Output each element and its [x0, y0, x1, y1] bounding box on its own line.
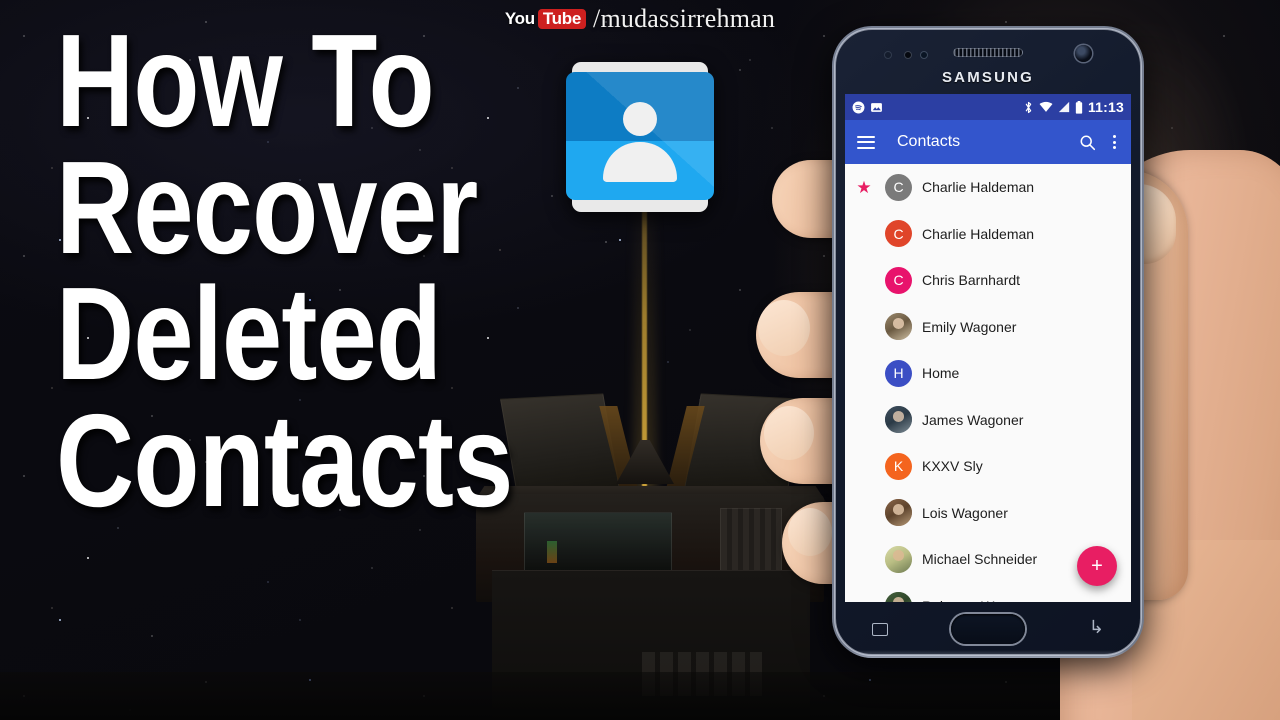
battery-icon — [1075, 100, 1083, 114]
hand-holding-phone: SAMSUNG 11:13 Contacts ★ C Charlie Halde… — [742, 0, 1280, 720]
contact-name: Chris Barnhardt — [922, 272, 1021, 289]
smartphone-device: SAMSUNG 11:13 Contacts ★ C Charlie Halde… — [832, 26, 1144, 658]
contact-avatar-photo[interactable] — [885, 499, 912, 527]
back-icon[interactable]: ↳ — [1089, 618, 1104, 636]
app-bar: Contacts — [845, 120, 1131, 164]
title-line-2: Recover — [56, 133, 478, 281]
ir-sensor-icon — [920, 51, 928, 59]
favorite-star-icon[interactable]: ★ — [853, 179, 875, 196]
status-bar-clock: 11:13 — [1087, 99, 1124, 115]
app-bar-title: Contacts — [897, 133, 961, 150]
bluetooth-icon — [1023, 101, 1034, 114]
contact-row[interactable]: ★ C Charlie Haldeman — [845, 164, 1131, 211]
image-icon — [870, 101, 883, 114]
fingernail-pinky — [788, 508, 832, 556]
contact-name: Charlie Haldeman — [922, 225, 1035, 242]
spotify-icon — [852, 101, 865, 114]
phone-top-bezel: SAMSUNG — [832, 26, 1144, 98]
more-vert-icon[interactable] — [1110, 135, 1119, 149]
phone-screen: 11:13 Contacts ★ C Charlie Haldeman C Charli… — [845, 94, 1131, 602]
thumbnail-canvas: You Tube /mudassirrehman How To Recover … — [0, 0, 1280, 720]
youtube-tube-badge: Tube — [537, 9, 587, 29]
contact-avatar-photo[interactable] — [885, 406, 912, 434]
proximity-sensor-icon — [884, 51, 892, 59]
phone-bottom-bezel: ↳ — [832, 602, 1144, 658]
contact-avatar-initial[interactable]: C — [885, 266, 912, 294]
front-camera-icon — [1075, 45, 1092, 62]
contact-name: KXXV Sly — [922, 458, 983, 475]
phone-brand-label: SAMSUNG — [941, 69, 1035, 86]
google-contacts-icon — [566, 62, 714, 212]
recents-icon[interactable] — [872, 623, 888, 636]
contact-row[interactable]: C Chris Barnhardt — [845, 257, 1131, 304]
page-title: How To Recover Deleted Contacts — [56, 7, 616, 535]
status-bar: 11:13 — [845, 94, 1131, 120]
contact-avatar-photo[interactable] — [885, 313, 912, 341]
contacts-icon-body — [566, 72, 714, 200]
search-icon[interactable] — [1079, 134, 1096, 151]
contact-avatar-initial[interactable]: C — [885, 173, 912, 201]
earpiece-speaker — [953, 48, 1023, 57]
contact-avatar-initial[interactable]: C — [885, 220, 912, 248]
favorite-star-glyph: ★ — [856, 177, 872, 197]
contact-row[interactable]: H Home — [845, 350, 1131, 397]
contacts-list[interactable]: ★ C Charlie Haldeman C Charlie Haldeman C Chri… — [845, 164, 1131, 602]
contact-name: Lois Wagoner — [922, 504, 1008, 521]
contact-row[interactable]: James Wagoner — [845, 397, 1131, 444]
fingernail-middle — [758, 300, 810, 356]
youtube-you-text: You — [504, 9, 535, 28]
phone-chin-highlight — [832, 650, 1144, 658]
title-line-1: How To — [56, 7, 435, 154]
contact-avatar-initial[interactable]: K — [885, 452, 912, 480]
contact-avatar-photo[interactable] — [885, 592, 912, 602]
contact-row[interactable]: Lois Wagoner — [845, 490, 1131, 537]
title-line-3: Deleted — [56, 260, 442, 408]
person-head-shape — [623, 102, 657, 136]
fingernail-ring — [764, 406, 814, 460]
contact-name: Charlie Haldeman — [922, 179, 1035, 196]
contact-row[interactable]: K KXXV Sly — [845, 443, 1131, 490]
contact-row[interactable]: C Charlie Haldeman — [845, 211, 1131, 258]
wifi-icon — [1039, 101, 1053, 113]
home-button[interactable] — [951, 614, 1025, 644]
add-contact-fab[interactable]: + — [1077, 546, 1117, 586]
title-line-4: Contacts — [56, 387, 513, 535]
contact-name: Michael Schneider — [922, 551, 1038, 568]
contact-name: Emily Wagoner — [922, 318, 1017, 335]
contact-row[interactable]: Emily Wagoner — [845, 304, 1131, 351]
contact-avatar-photo[interactable] — [885, 545, 912, 573]
hamburger-icon[interactable] — [857, 135, 875, 149]
signal-icon — [1058, 101, 1070, 113]
contact-name: Home — [922, 365, 960, 382]
contact-avatar-initial[interactable]: H — [885, 359, 912, 387]
contact-name: James Wagoner — [922, 411, 1024, 428]
light-sensor-icon — [904, 51, 912, 59]
contact-row[interactable]: Rebecca Wagoner — [845, 583, 1131, 602]
